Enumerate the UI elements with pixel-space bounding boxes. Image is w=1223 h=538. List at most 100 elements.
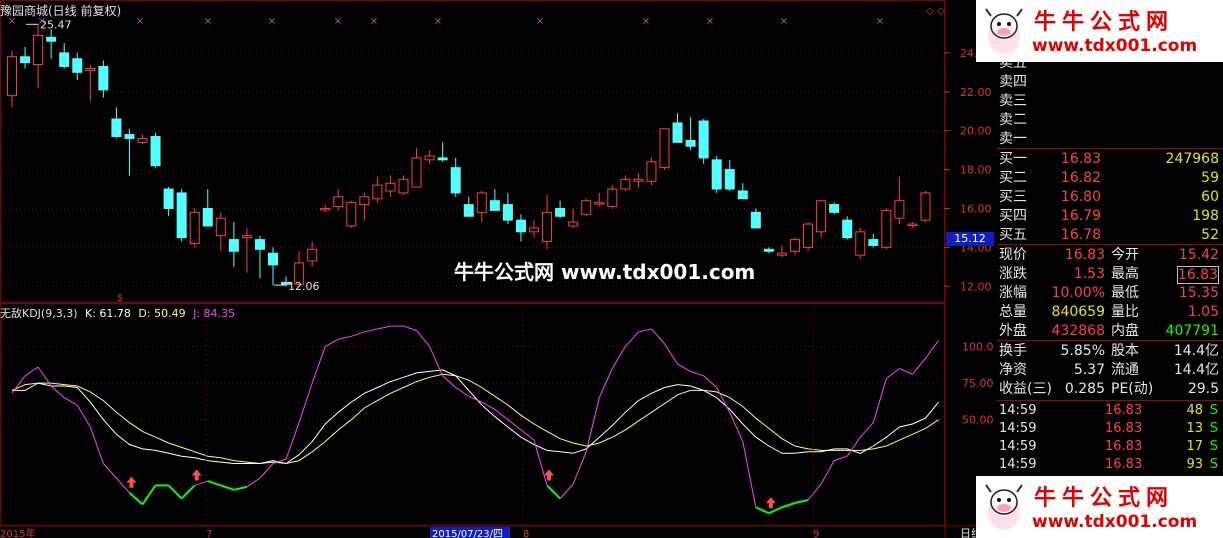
tick-price: 16.83 (1105, 403, 1143, 418)
kdj-j-segment (324, 338, 339, 347)
stat-label: 涨幅 (999, 285, 1027, 301)
tick-volume: 48 (1186, 403, 1203, 418)
candle-body (881, 209, 892, 248)
date-label: 2015年 (0, 527, 35, 538)
sell-row: 卖三 (997, 92, 1221, 111)
stat-value: 1.05 (1187, 304, 1219, 320)
quote-panel: 卖五 卖四 卖三 卖二 卖一 买一 16.83 247968 买二 16.82 59 买三 16.80 6… (997, 0, 1223, 538)
buy-price: 16.83 (1060, 151, 1101, 167)
stat-row: 总量 840659 量比 1.05 (997, 303, 1221, 322)
info-row: 换手 5.85% 股本 14.4亿 (997, 342, 1221, 361)
candle-body (529, 227, 539, 233)
kdj-j-segment (338, 335, 352, 340)
kdj-j-segment (846, 436, 861, 457)
quote-divider (997, 148, 1223, 149)
kdj-j-segment (167, 484, 183, 500)
info-value: 14.4亿 (1173, 343, 1219, 359)
info-label: 净资 (999, 362, 1027, 378)
kdj-j-segment (351, 331, 365, 337)
stat-label: 量比 (1111, 304, 1139, 320)
stat-value: 10.00% (1051, 285, 1105, 301)
info-label: 收益(三) (999, 381, 1052, 397)
kdj-j-segment (481, 401, 496, 410)
candle-body (776, 252, 787, 256)
tick-time: 14:59 (999, 403, 1037, 418)
buy-row: 买四 16.79 198 (997, 207, 1221, 226)
tick-price: 16.83 (1105, 439, 1143, 454)
kdj-j-segment (820, 460, 835, 485)
kdj-j-segment (311, 346, 326, 384)
kdj-j-segment (664, 343, 678, 365)
price-axis-label: 20.00 (960, 125, 992, 138)
candle-body (907, 223, 918, 227)
logo-url-top: www.tdx001.com (1032, 36, 1198, 56)
candle-body (750, 211, 761, 229)
stat-value: 16.83 (1176, 266, 1219, 284)
kdj-j-segment (742, 441, 757, 508)
info-value: 14.4亿 (1173, 362, 1219, 378)
kdj-j-segment (768, 506, 783, 515)
stat-label: 涨跌 (999, 266, 1027, 282)
stat-value: 15.35 (1178, 285, 1219, 301)
kdj-j-segment (690, 370, 704, 377)
buy-price: 16.80 (1060, 189, 1101, 205)
chart-title: 豫园商城(日线 前复权) (0, 4, 122, 18)
candle-body (333, 196, 344, 208)
kdj-j-segment (755, 506, 770, 515)
stat-row: 涨幅 10.00% 最低 15.35 (997, 284, 1221, 303)
signal-x-marker: × (370, 16, 378, 27)
kdj-j-segment (886, 368, 900, 380)
info-value: 0.285 (1064, 381, 1105, 397)
candle-body (724, 169, 735, 190)
candle-body (215, 217, 226, 237)
stat-label: 现价 (999, 247, 1027, 263)
buy-volume: 247968 (1165, 151, 1219, 167)
kdj-j-segment (807, 483, 822, 501)
quote-divider (997, 400, 1223, 401)
date-label: 7 (206, 529, 212, 538)
stat-label: 外盘 (999, 323, 1027, 339)
tick-row: 14:59 16.83 93 S (997, 456, 1221, 474)
candle-body (868, 239, 879, 246)
candle-body (855, 231, 866, 256)
candle-body (7, 56, 17, 97)
stat-row: 涨跌 1.53 最高 16.83 (997, 265, 1221, 284)
buy-row: 买三 16.80 60 (997, 188, 1221, 207)
signal-x-marker: × (706, 16, 714, 27)
kdj-j-segment (128, 492, 144, 506)
tick-volume: 93 (1186, 457, 1203, 472)
candle-body (894, 200, 905, 219)
info-label: PE(动) (1111, 381, 1154, 397)
kdj-j-segment (925, 340, 939, 359)
candle-body (763, 248, 774, 252)
sell-row: 卖一 (997, 130, 1221, 149)
stat-value: 1.53 (1073, 266, 1105, 282)
kdj-j-segment (403, 325, 417, 331)
candle-body (685, 139, 696, 147)
stat-value: 840659 (1051, 304, 1105, 320)
kdj-j-segment (559, 483, 574, 499)
cow-mascot-icon (985, 8, 1023, 54)
candle-body (46, 36, 57, 42)
candle-body (515, 219, 526, 233)
kdj-j-segment (285, 422, 300, 460)
candle-body (111, 118, 122, 138)
tick-volume: 13 (1186, 421, 1203, 436)
tick-row: 14:59 16.83 48 S (997, 402, 1221, 420)
candle-body (489, 200, 500, 211)
tick-side: S (1209, 439, 1218, 454)
candle-body (424, 155, 435, 161)
buy-label: 买二 (999, 170, 1027, 186)
candle-body (268, 252, 278, 266)
stat-row: 外盘 432868 内盘 407791 (997, 322, 1221, 341)
candle-body (463, 204, 474, 217)
candle-body (20, 56, 31, 64)
signal-x-marker: × (136, 16, 144, 27)
watermark-text: 牛牛公式网 www.tdx001.com (454, 260, 756, 284)
tick-row: 14:59 16.83 17 S (997, 438, 1221, 456)
stat-label: 总量 (999, 304, 1027, 320)
kdj-j-segment (259, 463, 274, 479)
candle-body (594, 202, 605, 205)
candle-body (581, 200, 592, 215)
candle-body (803, 223, 814, 248)
